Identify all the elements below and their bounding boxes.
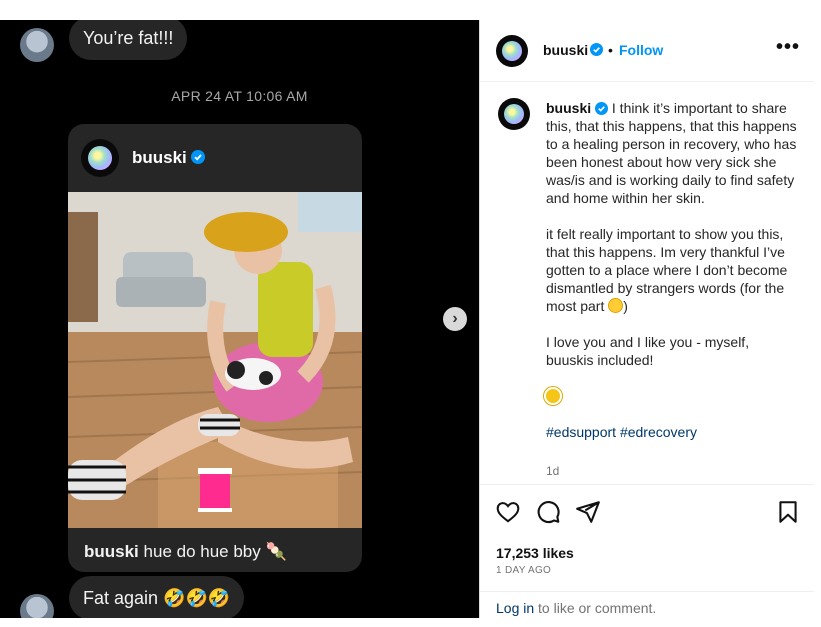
sun-icon (546, 389, 560, 403)
more-options-icon[interactable]: ••• (776, 36, 800, 59)
share-icon[interactable] (575, 499, 601, 525)
photo-illustration (68, 192, 362, 528)
post-caption-area: buuski I think it’s important to share t… (480, 82, 814, 484)
caption-paragraph-3: I love you and I like you - myself, buus… (546, 334, 750, 368)
instagram-post-panel: buuski • Follow ••• buuski I think it’s … (479, 20, 814, 618)
shared-post-card[interactable]: buuski buuski hue do hue bby 🍡 (68, 124, 362, 572)
sender-avatar (20, 594, 54, 618)
post-author-username[interactable]: buuski (543, 42, 588, 58)
sender-avatar (20, 28, 54, 62)
shared-post-caption-text: hue do hue bby 🍡 (143, 542, 287, 561)
caption-time-ago: 1d (546, 464, 560, 478)
post-author-avatar[interactable] (496, 35, 528, 67)
caption-paragraph-2: it felt really important to show you thi… (546, 226, 788, 314)
post-date: 1 DAY AGO (496, 565, 552, 576)
caption-author-avatar[interactable] (498, 98, 530, 130)
verified-icon (590, 43, 603, 56)
post-caption: buuski I think it’s important to share t… (546, 99, 798, 459)
shared-post-username: buuski (132, 148, 187, 167)
shared-post-caption: buuski hue do hue bby 🍡 (84, 542, 287, 562)
login-link[interactable]: Log in (496, 600, 534, 616)
caption-hashtags[interactable]: #edsupport #edrecovery (546, 423, 798, 441)
follow-button[interactable]: Follow (619, 42, 663, 58)
post-actions: 17,253 likes 1 DAY AGO Log in to like or… (480, 484, 814, 618)
comment-icon[interactable] (535, 499, 561, 525)
shared-post-header: buuski (68, 124, 362, 192)
verified-icon (595, 102, 609, 115)
post-header: buuski • Follow ••• (480, 20, 814, 82)
caption-username[interactable]: buuski (546, 100, 591, 116)
caption-paragraph-2-end: ) (623, 298, 628, 314)
dm-screenshot-panel: You’re fat!!! APR 24 AT 10:06 AM buuski (0, 20, 479, 618)
heart-icon[interactable] (495, 499, 521, 525)
message-timestamp: APR 24 AT 10:06 AM (171, 88, 308, 104)
login-prompt: Log in to like or comment. (480, 591, 814, 619)
shared-post-avatar (81, 139, 119, 177)
shared-post-photo (68, 192, 362, 528)
login-prompt-text: to like or comment. (534, 600, 657, 616)
verified-icon (191, 150, 205, 164)
message-bubble: Fat again 🤣🤣🤣 (69, 576, 245, 618)
bookmark-icon[interactable] (775, 499, 801, 525)
message-bubble: You’re fat!!! (69, 20, 188, 60)
upside-down-face-icon (608, 298, 624, 313)
shared-post-caption-user: buuski (84, 542, 139, 561)
likes-count[interactable]: 17,253 likes (496, 545, 574, 561)
chevron-right-icon[interactable]: › (443, 307, 467, 331)
separator-dot: • (608, 42, 613, 58)
